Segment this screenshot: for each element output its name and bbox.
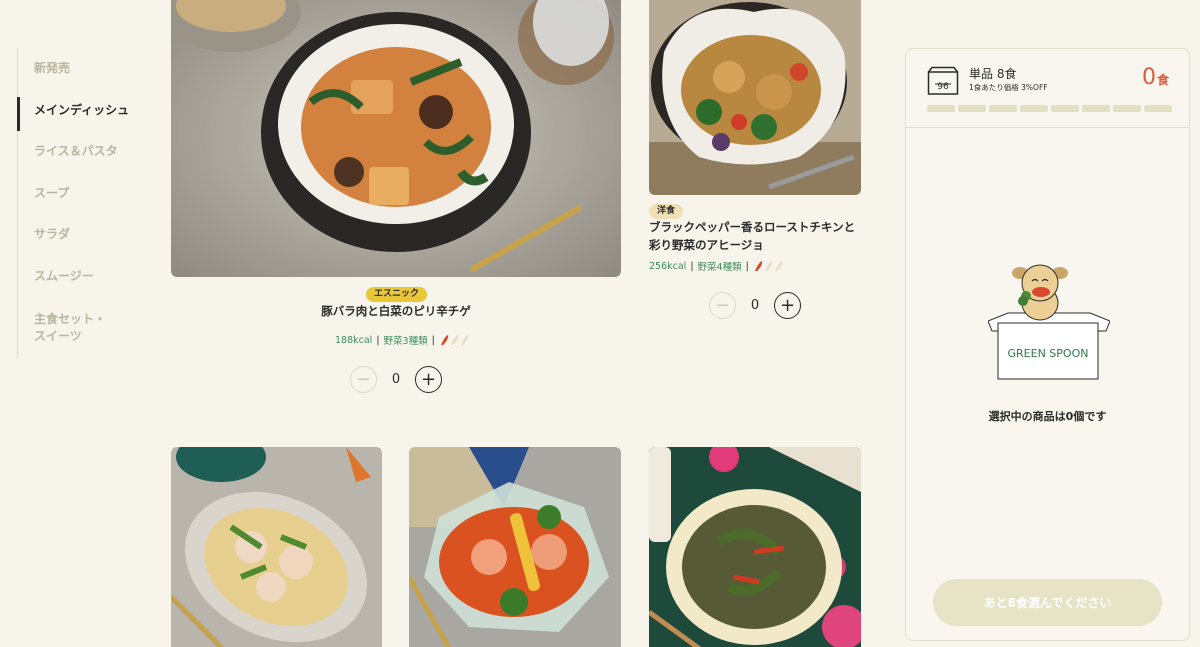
product-image-shrimp-cream[interactable]: [171, 447, 382, 647]
chili-icon: [440, 335, 468, 345]
quantity-stepper: − 0 +: [350, 366, 442, 393]
slot-bar: [1144, 105, 1172, 112]
category-nav: 新発売 メインディッシュ ライス＆パスタ スープ サラダ スムージー 主食セット…: [17, 48, 147, 359]
product-title[interactable]: ブラックペッパー香るローストチキンと彩り野菜のアヒージョ: [649, 219, 863, 255]
spice-level: [439, 334, 469, 346]
nav-label: スープ: [34, 185, 70, 200]
slot-bar: [1020, 105, 1048, 112]
brand-label: GREEN SPOON: [1008, 347, 1089, 360]
minus-icon: −: [355, 368, 372, 390]
separator: |: [376, 334, 380, 346]
nav-item-salad[interactable]: サラダ: [18, 214, 147, 256]
slot-progress: [927, 105, 1172, 112]
separator: |: [690, 260, 694, 272]
nav-item-rice-pasta[interactable]: ライス＆パスタ: [18, 131, 147, 173]
vegetable-count: 野菜4種類: [697, 262, 742, 273]
nav-item-soup[interactable]: スープ: [18, 173, 147, 215]
nav-label: メインディッシュ: [34, 102, 130, 117]
quantity-value: 0: [750, 298, 760, 313]
checkout-button[interactable]: あと8食選んでください: [933, 579, 1162, 626]
nav-label: ライス＆パスタ: [34, 144, 118, 159]
slot-bar: [1051, 105, 1079, 112]
mascot-illustration: GREEN SPOON: [987, 261, 1111, 385]
separator: |: [431, 334, 435, 346]
chili-icon: [754, 261, 782, 271]
nav-label: サラダ: [34, 227, 71, 242]
product-image-green-curry[interactable]: [649, 447, 861, 647]
product-meta: 256kcal | 野菜4種類 |: [649, 259, 783, 273]
selected-count-value: 0: [1141, 65, 1156, 90]
minus-icon: −: [714, 294, 731, 316]
selected-count: 0食: [1142, 65, 1169, 90]
category-tag: 洋食: [649, 204, 684, 219]
quantity-stepper: − 0 +: [709, 292, 801, 319]
increment-button[interactable]: +: [415, 366, 442, 393]
product-image-chige[interactable]: [171, 0, 621, 277]
slot-bar: [989, 105, 1017, 112]
separator: |: [745, 260, 749, 272]
kcal-label: 188kcal: [335, 334, 373, 346]
spice-level: [753, 260, 783, 272]
nav-label: 主食セット・ スイーツ: [34, 312, 107, 344]
selected-count-suffix: 食: [1156, 73, 1169, 87]
vegetable-count: 野菜3種類: [383, 336, 428, 347]
quantity-value: 0: [391, 372, 401, 387]
nav-item-staple-sweets[interactable]: 主食セット・ スイーツ: [18, 297, 147, 359]
unit-price-label: 1食あたり価格 3%OFF: [969, 83, 1048, 92]
plan-label: 単品 8食: [969, 67, 1017, 81]
product-meta: 188kcal | 野菜3種類 |: [335, 333, 469, 347]
product-image-shrimp-chili[interactable]: [409, 447, 621, 647]
page: 新発売 メインディッシュ ライス＆パスタ スープ サラダ スムージー 主食セット…: [0, 0, 1200, 647]
slot-bar: [958, 105, 986, 112]
box-icon: 96: [927, 66, 959, 95]
nav-label: スムージー: [34, 268, 94, 283]
plus-icon: +: [779, 294, 796, 316]
product-title[interactable]: 豚バラ肉と白菜のピリ辛チゲ: [171, 303, 621, 321]
decrement-button[interactable]: −: [709, 292, 736, 319]
empty-cart-message: 選択中の商品は0個です: [988, 410, 1107, 423]
decrement-button[interactable]: −: [350, 366, 377, 393]
plus-icon: +: [420, 368, 437, 390]
nav-item-main-dish[interactable]: メインディッシュ: [17, 90, 147, 132]
nav-item-new[interactable]: 新発売: [18, 48, 147, 90]
nav-item-smoothie[interactable]: スムージー: [18, 256, 147, 298]
product-image-ajillo[interactable]: [649, 0, 861, 195]
cart-header: 96 単品 8食 1食あたり価格 3%OFF 0食: [906, 49, 1189, 128]
increment-button[interactable]: +: [774, 292, 801, 319]
nav-label: 新発売: [34, 61, 71, 76]
kcal-label: 256kcal: [649, 260, 687, 272]
category-tag: エスニック: [366, 287, 428, 302]
slot-bar: [1113, 105, 1141, 112]
slot-bar: [927, 105, 955, 112]
slot-bar: [1082, 105, 1110, 112]
cart-panel: 96 単品 8食 1食あたり価格 3%OFF 0食 GREEN SPOON 選択…: [905, 48, 1190, 641]
